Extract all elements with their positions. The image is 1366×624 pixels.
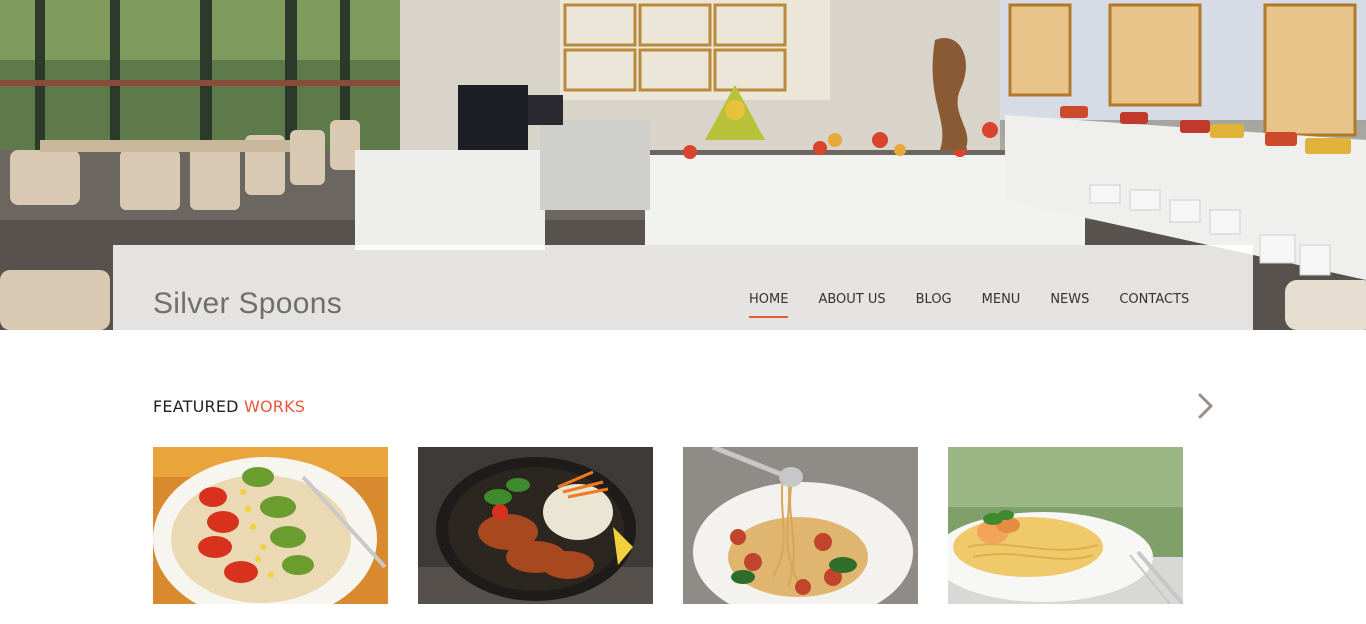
chevron-right-icon[interactable]: [1193, 392, 1219, 420]
nav-about-us[interactable]: ABOUT US: [818, 292, 885, 307]
featured-title-main: FEATURED: [153, 397, 239, 416]
hero-banner: Silver Spoons HOME ABOUT US BLOG MENU NE…: [0, 0, 1366, 330]
site-logo[interactable]: Silver Spoons: [153, 287, 342, 321]
featured-item-chicken-bowl[interactable]: [418, 447, 653, 604]
nav-contacts[interactable]: CONTACTS: [1119, 292, 1189, 307]
featured-item-spaghetti[interactable]: [683, 447, 918, 604]
nav-news[interactable]: NEWS: [1050, 292, 1089, 307]
avocado-tomato-salad-photo: [153, 447, 388, 604]
featured-item-pasta[interactable]: [948, 447, 1183, 604]
nav-menu[interactable]: MENU: [982, 292, 1021, 307]
site-header: Silver Spoons HOME ABOUT US BLOG MENU NE…: [113, 245, 1253, 330]
featured-works-heading: FEATURED WORKS: [153, 397, 305, 416]
glazed-chicken-bowl-photo: [418, 447, 653, 604]
pasta-with-shrimp-photo: [948, 447, 1183, 604]
nav-home[interactable]: HOME: [749, 292, 789, 318]
featured-item-salad[interactable]: [153, 447, 388, 604]
main-nav: HOME ABOUT US BLOG MENU NEWS CONTACTS: [749, 292, 1189, 318]
spaghetti-on-fork-photo: [683, 447, 918, 604]
featured-title-accent: WORKS: [243, 397, 306, 416]
nav-blog[interactable]: BLOG: [916, 292, 952, 307]
